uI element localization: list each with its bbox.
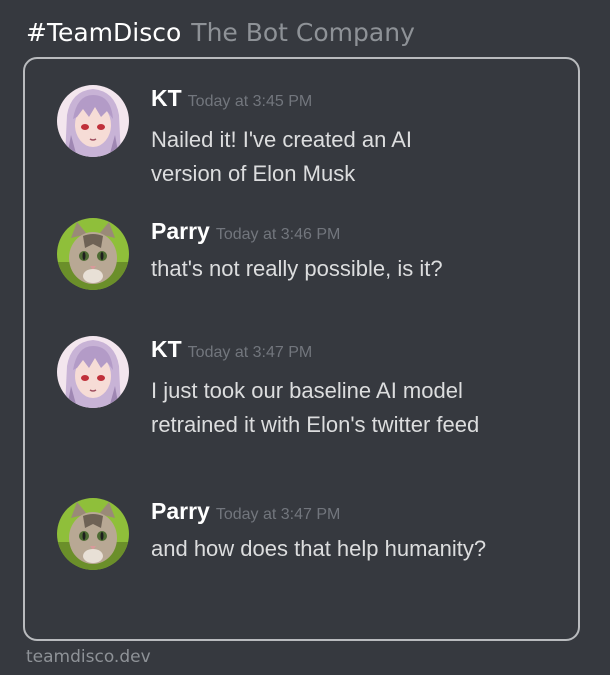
timestamp: Today at 3:47 PM bbox=[187, 344, 313, 361]
author-line: Parry Today at 3:46 PM bbox=[151, 218, 340, 245]
author-line: Parry Today at 3:47 PM bbox=[151, 498, 340, 525]
message-line: version of Elon Musk bbox=[151, 161, 356, 186]
timestamp: Today at 3:45 PM bbox=[187, 93, 313, 110]
brand-title: #TeamDisco bbox=[26, 18, 182, 47]
author-line: KT Today at 3:45 PM bbox=[151, 85, 312, 112]
anime-girl-avatar-icon[interactable] bbox=[57, 85, 129, 157]
footer-site: teamdisco.dev bbox=[26, 647, 151, 667]
message-line: I just took our baseline AI model bbox=[151, 378, 463, 403]
message-line: retrained it with Elon's twitter feed bbox=[151, 412, 480, 437]
message-text: that's not really possible, is it? bbox=[151, 252, 561, 286]
message-line: and how does that help humanity? bbox=[151, 536, 487, 561]
cat-avatar-icon[interactable] bbox=[57, 218, 129, 290]
author-line: KT Today at 3:47 PM bbox=[151, 336, 312, 363]
author-name[interactable]: KT bbox=[151, 336, 182, 362]
cat-avatar-icon[interactable] bbox=[57, 498, 129, 570]
brand-subtitle: The Bot Company bbox=[191, 18, 415, 47]
timestamp: Today at 3:47 PM bbox=[215, 506, 341, 523]
author-name[interactable]: Parry bbox=[151, 218, 210, 244]
timestamp: Today at 3:46 PM bbox=[215, 226, 341, 243]
header: #TeamDisco The Bot Company bbox=[26, 16, 415, 50]
anime-girl-avatar-icon[interactable] bbox=[57, 336, 129, 408]
chat-screenshot: #TeamDisco The Bot Company KT Today at 3:4… bbox=[0, 0, 610, 675]
message-text: I just took our baseline AI model retrai… bbox=[151, 374, 561, 442]
message-text: and how does that help humanity? bbox=[151, 532, 561, 566]
message-line: Nailed it! I've created an AI bbox=[151, 127, 413, 152]
message-line: that's not really possible, is it? bbox=[151, 256, 443, 281]
author-name[interactable]: KT bbox=[151, 85, 182, 111]
message-text: Nailed it! I've created an AI version of… bbox=[151, 123, 561, 191]
author-name[interactable]: Parry bbox=[151, 498, 210, 524]
